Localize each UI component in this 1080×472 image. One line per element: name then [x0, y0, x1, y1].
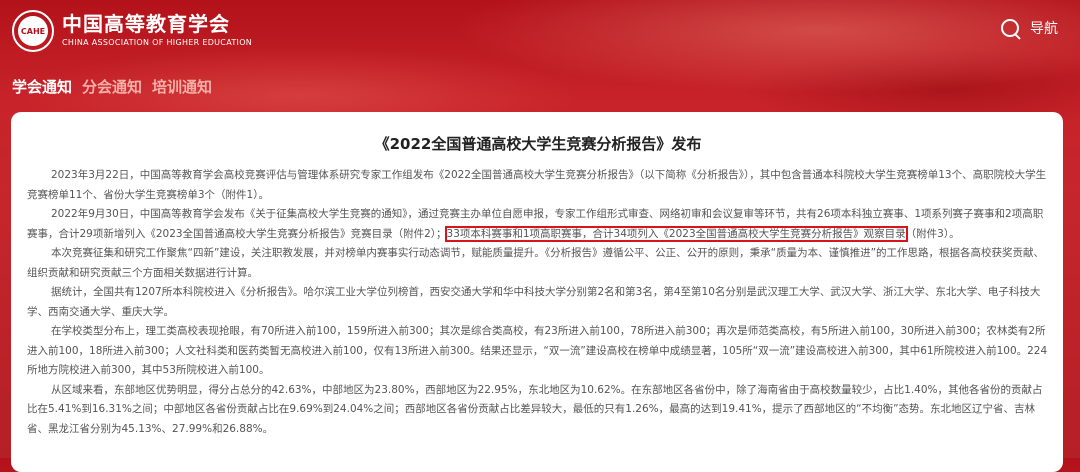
tab-training-notice[interactable]: 培训通知	[152, 76, 212, 97]
article-paragraph-5: 在学校类型分布上，理工类高校表现抢眼，有70所进入前100，159所进入前300…	[27, 325, 1048, 376]
tab-branch-notice[interactable]: 分会通知	[82, 76, 142, 97]
logo-emblem-icon: CAHE	[12, 10, 54, 52]
tab-association-notice[interactable]: 学会通知	[12, 76, 72, 97]
logo-title-en: CHINA ASSOCIATION OF HIGHER EDUCATION	[62, 38, 253, 47]
article-card: 《2022全国普通高校大学生竞赛分析报告》发布 2023年3月22日，中国高等教…	[11, 112, 1063, 472]
article-title: 《2022全国普通高校大学生竞赛分析报告》发布	[374, 135, 702, 153]
search-icon[interactable]	[1000, 18, 1021, 40]
logo-title-cn: 中国高等教育学会	[62, 12, 230, 36]
article-paragraph-3: 本次竞赛征集和研究工作聚焦“四新”建设，关注职教发展，并对榜单内赛事实行动态调节…	[27, 247, 1045, 279]
notice-tabs: 学会通知 分会通知 培训通知	[12, 76, 212, 97]
article-paragraph-4: 据统计，全国共有1207所本科院校进入《分析报告》。哈尔滨工业大学位列榜首，西安…	[27, 286, 1041, 318]
nav-label[interactable]: 导航	[1030, 18, 1058, 38]
article-paragraph-2: 2022年9月30日，中国高等教育学会发布《关于征集高校大学生竞赛的通知》，通过…	[27, 205, 1049, 244]
highlighted-text: 33项本科赛事和1项高职赛事，合计34项列入《2023全国普通高校大学生竞赛分析…	[444, 225, 908, 242]
logo-emblem-text: CAHE	[18, 16, 48, 46]
nav-menu[interactable]: 导航	[1000, 18, 1058, 40]
article-paragraph-1: 2023年3月22日，中国高等教育学会高校竞赛评估与管理体系研究专家工作组发布《…	[27, 169, 1047, 201]
site-logo[interactable]: CAHE 中国高等教育学会 CHINA ASSOCIATION OF HIGHE…	[12, 10, 252, 52]
paragraph-2-tail: （附件3）。	[905, 227, 960, 240]
article-paragraph-6: 从区域来看，东部地区优势明显，得分占总分的42.63%，中部地区为23.80%，…	[27, 383, 1043, 435]
